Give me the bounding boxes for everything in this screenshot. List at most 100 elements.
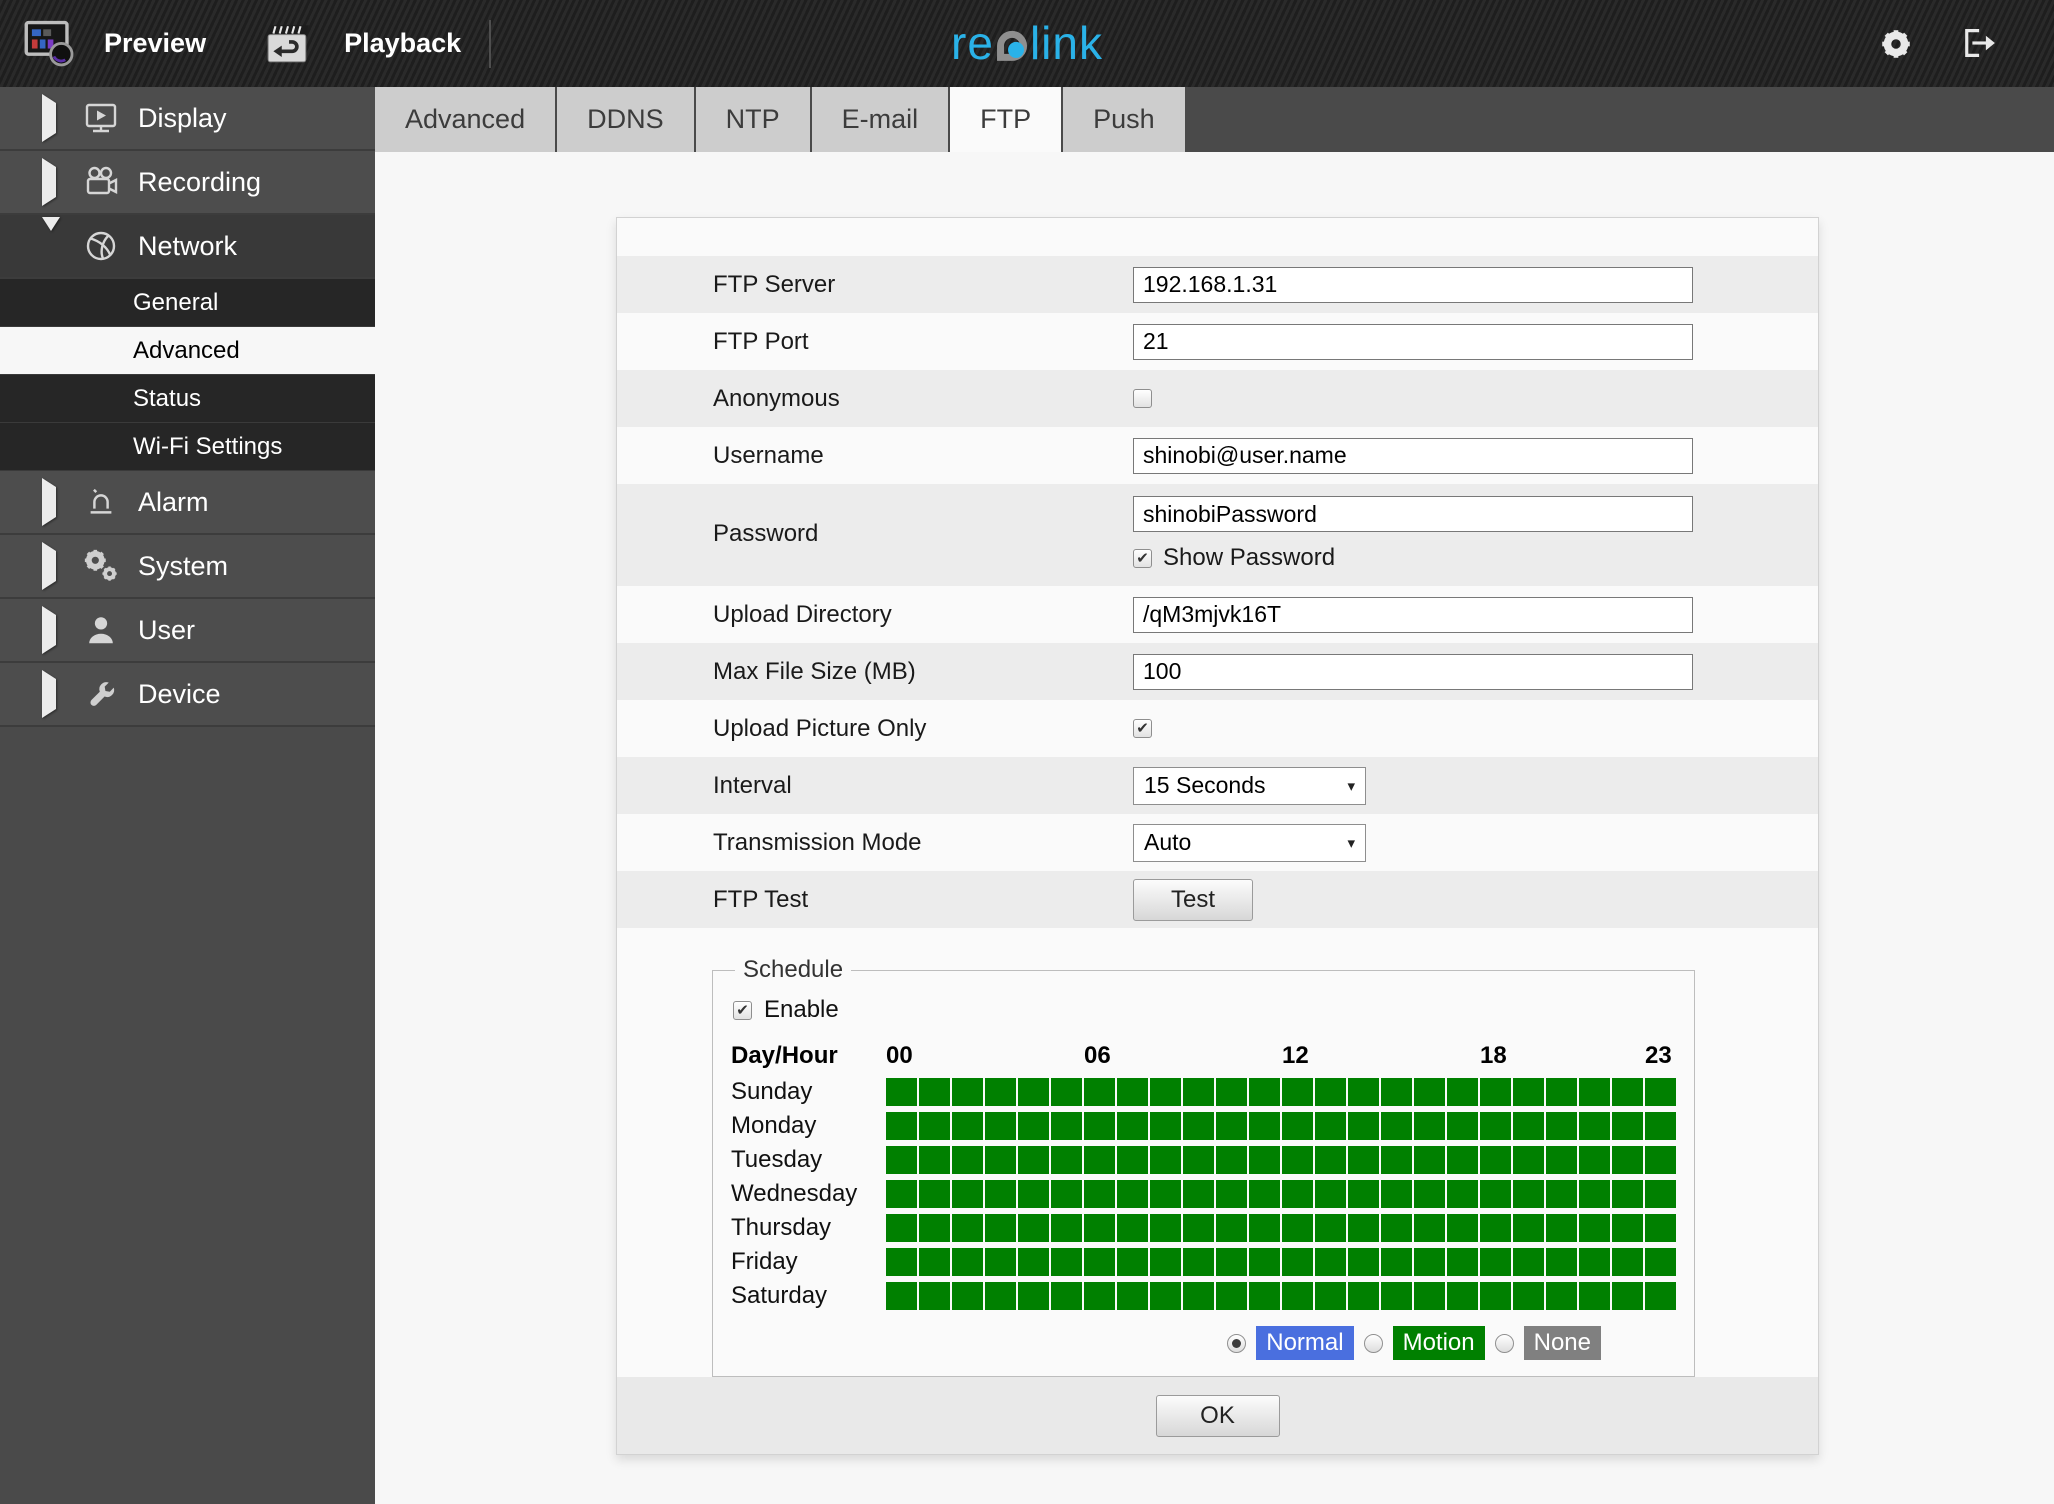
schedule-cell[interactable] xyxy=(1612,1078,1643,1106)
schedule-cell[interactable] xyxy=(1381,1248,1412,1276)
schedule-cell[interactable] xyxy=(1150,1078,1181,1106)
schedule-cell[interactable] xyxy=(985,1112,1016,1140)
schedule-cell[interactable] xyxy=(1249,1112,1280,1140)
schedule-cell[interactable] xyxy=(1480,1180,1511,1208)
schedule-cell[interactable] xyxy=(1414,1112,1445,1140)
schedule-cell[interactable] xyxy=(1150,1248,1181,1276)
schedule-cell[interactable] xyxy=(1414,1078,1445,1106)
schedule-cell[interactable] xyxy=(1381,1078,1412,1106)
schedule-cell[interactable] xyxy=(1645,1180,1676,1208)
schedule-cell[interactable] xyxy=(886,1214,917,1242)
max-file-size-input[interactable] xyxy=(1133,653,1693,690)
schedule-cell[interactable] xyxy=(1546,1180,1577,1208)
ok-button[interactable]: OK xyxy=(1155,1394,1280,1437)
schedule-cell[interactable] xyxy=(1216,1078,1247,1106)
schedule-cell[interactable] xyxy=(1282,1180,1313,1208)
schedule-cell[interactable] xyxy=(1381,1112,1412,1140)
schedule-cell[interactable] xyxy=(1381,1146,1412,1174)
schedule-cell[interactable] xyxy=(1513,1282,1544,1310)
schedule-cell[interactable] xyxy=(886,1180,917,1208)
sidebar-subitem-advanced[interactable]: Advanced xyxy=(0,327,375,375)
schedule-cell[interactable] xyxy=(952,1078,983,1106)
schedule-cell[interactable] xyxy=(1546,1078,1577,1106)
schedule-cell[interactable] xyxy=(1447,1214,1478,1242)
schedule-cell[interactable] xyxy=(1579,1180,1610,1208)
schedule-cell[interactable] xyxy=(952,1214,983,1242)
schedule-cell[interactable] xyxy=(1117,1146,1148,1174)
schedule-cell[interactable] xyxy=(1480,1146,1511,1174)
schedule-cell[interactable] xyxy=(952,1282,983,1310)
schedule-cell[interactable] xyxy=(1447,1078,1478,1106)
schedule-cell[interactable] xyxy=(1612,1282,1643,1310)
schedule-cell[interactable] xyxy=(919,1112,950,1140)
schedule-cell[interactable] xyxy=(1480,1282,1511,1310)
schedule-cell[interactable] xyxy=(1447,1146,1478,1174)
schedule-cell[interactable] xyxy=(1315,1282,1346,1310)
schedule-cell[interactable] xyxy=(886,1248,917,1276)
upload-picture-only-checkbox[interactable] xyxy=(1133,719,1152,738)
tab-ftp[interactable]: FTP xyxy=(950,87,1062,152)
schedule-cell[interactable] xyxy=(1183,1282,1214,1310)
ftp-server-input[interactable] xyxy=(1133,266,1693,303)
schedule-cell[interactable] xyxy=(1282,1282,1313,1310)
schedule-cell[interactable] xyxy=(1381,1180,1412,1208)
schedule-cell[interactable] xyxy=(1315,1112,1346,1140)
schedule-cell[interactable] xyxy=(919,1248,950,1276)
sidebar-subitem-status[interactable]: Status xyxy=(0,375,375,423)
schedule-cell[interactable] xyxy=(1513,1078,1544,1106)
schedule-cell[interactable] xyxy=(1216,1214,1247,1242)
schedule-cell[interactable] xyxy=(1249,1146,1280,1174)
schedule-cell[interactable] xyxy=(1546,1112,1577,1140)
schedule-cell[interactable] xyxy=(1051,1248,1082,1276)
schedule-cell[interactable] xyxy=(1084,1078,1115,1106)
schedule-cell[interactable] xyxy=(1579,1214,1610,1242)
schedule-cell[interactable] xyxy=(919,1282,950,1310)
schedule-cell[interactable] xyxy=(919,1180,950,1208)
schedule-cell[interactable] xyxy=(1579,1282,1610,1310)
schedule-cell[interactable] xyxy=(1546,1214,1577,1242)
schedule-cell[interactable] xyxy=(985,1180,1016,1208)
schedule-cell[interactable] xyxy=(1018,1146,1049,1174)
schedule-cell[interactable] xyxy=(985,1248,1016,1276)
sidebar-subitem-general[interactable]: General xyxy=(0,279,375,327)
schedule-cell[interactable] xyxy=(1117,1180,1148,1208)
schedule-cell[interactable] xyxy=(1546,1248,1577,1276)
schedule-cell[interactable] xyxy=(1414,1146,1445,1174)
schedule-cell[interactable] xyxy=(1579,1078,1610,1106)
schedule-cell[interactable] xyxy=(985,1282,1016,1310)
sidebar-item-user[interactable]: User xyxy=(0,599,375,663)
schedule-cell[interactable] xyxy=(1018,1214,1049,1242)
schedule-cell[interactable] xyxy=(1282,1078,1313,1106)
settings-gear-icon[interactable] xyxy=(1878,26,1914,62)
schedule-cell[interactable] xyxy=(1150,1112,1181,1140)
schedule-cell[interactable] xyxy=(1348,1248,1379,1276)
schedule-cell[interactable] xyxy=(1513,1214,1544,1242)
interval-select[interactable]: 15 Seconds ▾ xyxy=(1133,766,1366,805)
schedule-cell[interactable] xyxy=(1117,1248,1148,1276)
schedule-mode-motion-chip[interactable]: Motion xyxy=(1392,1326,1485,1360)
schedule-cell[interactable] xyxy=(1414,1282,1445,1310)
schedule-cell[interactable] xyxy=(1018,1078,1049,1106)
schedule-cell[interactable] xyxy=(952,1180,983,1208)
schedule-cell[interactable] xyxy=(1018,1112,1049,1140)
test-button[interactable]: Test xyxy=(1133,878,1253,921)
schedule-cell[interactable] xyxy=(886,1112,917,1140)
schedule-cell[interactable] xyxy=(1348,1146,1379,1174)
username-input[interactable] xyxy=(1133,437,1693,474)
schedule-cell[interactable] xyxy=(1381,1282,1412,1310)
schedule-cell[interactable] xyxy=(1348,1214,1379,1242)
schedule-cell[interactable] xyxy=(1084,1214,1115,1242)
schedule-cell[interactable] xyxy=(1051,1282,1082,1310)
schedule-cell[interactable] xyxy=(1579,1248,1610,1276)
tab-e-mail[interactable]: E-mail xyxy=(811,87,949,152)
schedule-cell[interactable] xyxy=(1282,1214,1313,1242)
schedule-cell[interactable] xyxy=(985,1078,1016,1106)
schedule-cell[interactable] xyxy=(1480,1214,1511,1242)
schedule-cell[interactable] xyxy=(1381,1214,1412,1242)
schedule-cell[interactable] xyxy=(1645,1282,1676,1310)
schedule-cell[interactable] xyxy=(1084,1146,1115,1174)
schedule-cell[interactable] xyxy=(952,1146,983,1174)
schedule-cell[interactable] xyxy=(886,1282,917,1310)
schedule-cell[interactable] xyxy=(1216,1112,1247,1140)
schedule-cell[interactable] xyxy=(1051,1146,1082,1174)
